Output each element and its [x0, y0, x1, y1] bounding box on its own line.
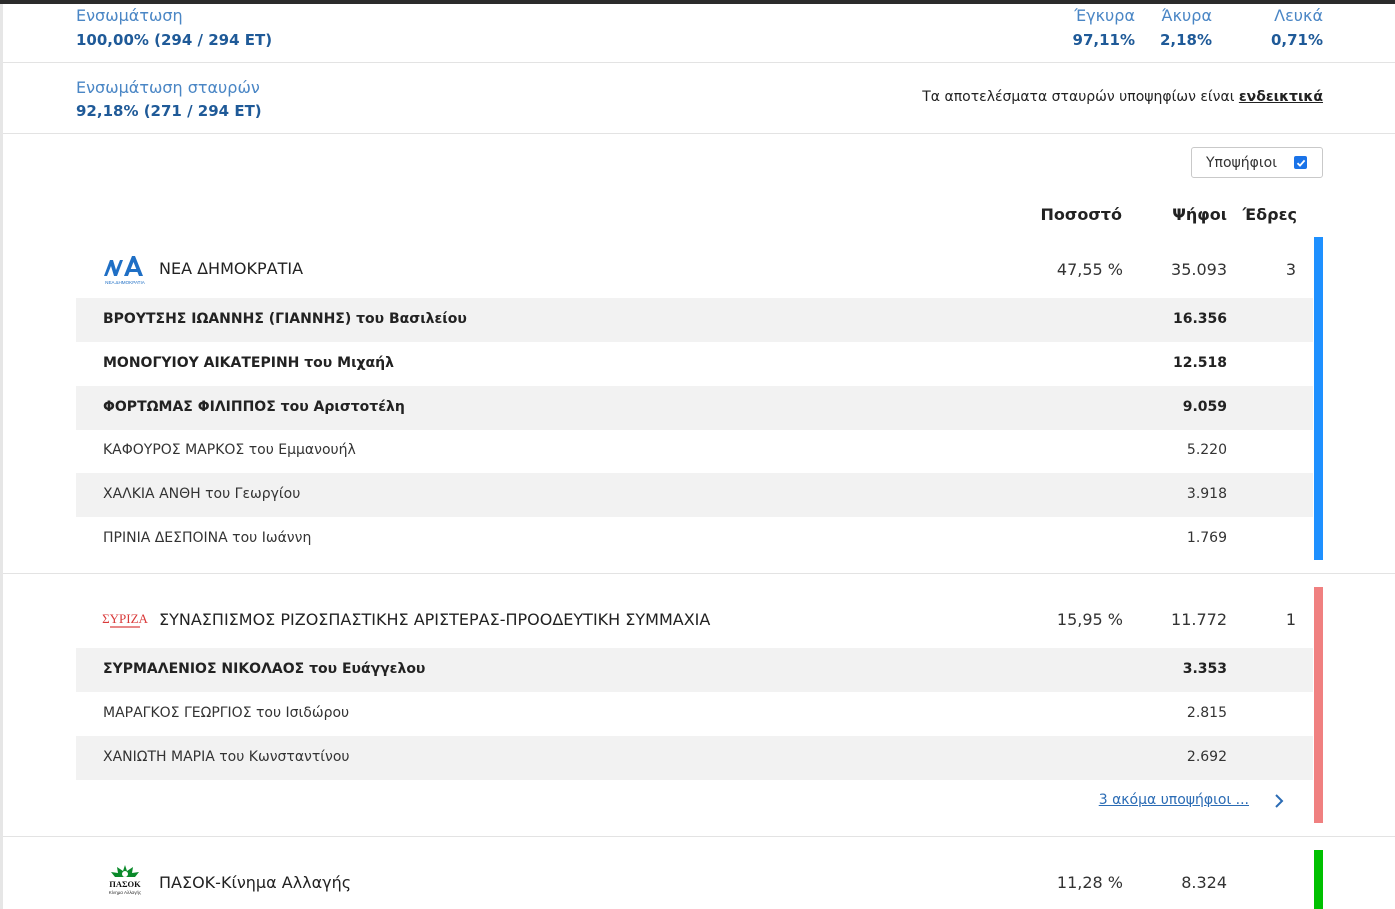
candidates-toggle[interactable]: Υποψήφιοι [1191, 147, 1323, 178]
candidate-row: ΦΟΡΤΩΜΑΣ ΦΙΛΙΠΠΟΣ του Αριστοτέλη 9.059 [76, 386, 1313, 430]
column-header-votes: Ψήφοι [1172, 205, 1227, 224]
candidate-row: ΚΑΦΟΥΡΟΣ ΜΑΡΚΟΣ του Εμμανουήλ 5.220 [76, 429, 1313, 473]
column-header-percent: Ποσοστό [1040, 205, 1123, 224]
party-name: ΝΕΑ ΔΗΜΟΚΡΑΤΙΑ [159, 259, 304, 278]
candidate-votes: 3.353 [1182, 661, 1227, 677]
party-percent: 47,55 % [1056, 260, 1123, 279]
candidate-votes: 9.059 [1182, 399, 1227, 415]
invalid-label: Άκυρα [1161, 6, 1212, 25]
divider [3, 573, 1395, 574]
candidate-name: ΜΟΝΟΓΥΙΟΥ ΑΙΚΑΤΕΡΙΝΗ του Μιχαήλ [103, 355, 394, 371]
candidate-row: ΜΟΝΟΓΥΙΟΥ ΑΙΚΑΤΕΡΙΝΗ του Μιχαήλ 12.518 [76, 342, 1313, 386]
party-color-bar [1314, 237, 1323, 560]
checkbox-checked-icon[interactable] [1294, 156, 1307, 169]
column-header-seats: Έδρες [1242, 205, 1297, 224]
candidate-votes: 1.769 [1186, 530, 1227, 546]
nd-logo-icon: ΝΕΑ ΔΗΜΟΚΡΑΤΙΑ [102, 252, 148, 286]
integration-value: 100,00% (294 / 294 ΕΤ) [76, 31, 273, 49]
more-candidates-link[interactable]: 3 ακόμα υποψήφιοι ... [1099, 792, 1249, 808]
candidate-row: ΧΑΛΚΙΑ ΑΝΘΗ του Γεωργίου 3.918 [76, 473, 1313, 517]
party-votes: 8.324 [1181, 873, 1227, 892]
window-top-border [0, 0, 1395, 4]
syriza-logo-icon: ΣΥΡΙΖΑ [102, 606, 149, 640]
blank-label: Λευκά [1274, 6, 1323, 25]
chevron-right-icon[interactable] [1272, 792, 1286, 810]
candidate-name: ΒΡΟΥΤΣΗΣ ΙΩΑΝΝΗΣ (ΓΙΑΝΝΗΣ) του Βασιλείου [103, 311, 467, 327]
candidate-row: ΒΡΟΥΤΣΗΣ ΙΩΑΝΝΗΣ (ΓΙΑΝΝΗΣ) του Βασιλείου… [76, 298, 1313, 342]
party-votes: 11.772 [1171, 610, 1227, 629]
candidate-votes: 3.918 [1186, 486, 1227, 502]
left-border [0, 4, 3, 909]
party-name: ΠΑΣΟΚ-Κίνημα Αλλαγής [159, 873, 352, 892]
candidate-name: ΚΑΦΟΥΡΟΣ ΜΑΡΚΟΣ του Εμμανουήλ [103, 442, 356, 458]
party-color-bar [1314, 850, 1323, 909]
candidate-name: ΜΑΡΑΓΚΟΣ ΓΕΩΡΓΙΟΣ του Ισιδώρου [103, 705, 350, 721]
party-votes: 35.093 [1171, 260, 1227, 279]
candidate-row: ΠΡΙΝΙΑ ΔΕΣΠΟΙΝΑ του Ιωάννη 1.769 [76, 517, 1313, 561]
candidate-votes: 5.220 [1186, 442, 1227, 458]
candidate-name: ΦΟΡΤΩΜΑΣ ΦΙΛΙΠΠΟΣ του Αριστοτέλη [103, 399, 405, 415]
party-row-pasok[interactable]: ΠΑΣΟΚ Κίνημα Αλλαγής ΠΑΣΟΚ-Κίνημα Αλλαγή… [76, 851, 1313, 909]
party-color-bar [1314, 587, 1323, 823]
party-seats: 1 [1285, 610, 1296, 629]
syriza-logo-text: ΣΥΡΙΖΑ [102, 611, 148, 626]
candidate-votes: 12.518 [1172, 355, 1227, 371]
party-row-syriza[interactable]: ΣΥΡΙΖΑ ΣΥΝΑΣΠΙΣΜΟΣ ΡΙΖΟΣΠΑΣΤΙΚΗΣ ΑΡΙΣΤΕΡ… [76, 588, 1313, 648]
indicative-link[interactable]: ενδεικτικά [1239, 89, 1323, 105]
pasok-logo-text: ΠΑΣΟΚ [109, 879, 141, 889]
divider [3, 133, 1395, 134]
candidate-name: ΧΑΝΙΩΤΗ ΜΑΡΙΑ του Κωνσταντίνου [103, 749, 350, 765]
candidate-votes: 16.356 [1172, 311, 1227, 327]
integration-label: Ενσωμάτωση [76, 6, 183, 25]
nd-logo-subtext: ΝΕΑ ΔΗΜΟΚΡΑΤΙΑ [105, 280, 146, 285]
candidate-name: ΣΥΡΜΑΛΕΝΙΟΣ ΝΙΚΟΛΑΟΣ του Ευάγγελου [103, 661, 426, 677]
candidate-name: ΧΑΛΚΙΑ ΑΝΘΗ του Γεωργίου [103, 486, 301, 502]
candidate-name: ΠΡΙΝΙΑ ΔΕΣΠΟΙΝΑ του Ιωάννη [103, 530, 312, 546]
pasok-logo-subtext: Κίνημα Αλλαγής [109, 889, 142, 895]
candidate-row: ΜΑΡΑΓΚΟΣ ΓΕΩΡΓΙΟΣ του Ισιδώρου 2.815 [76, 692, 1313, 736]
party-percent: 15,95 % [1056, 610, 1123, 629]
indicative-note-text: Τα αποτελέσματα σταυρών υποψηφίων είναι [922, 89, 1239, 105]
divider [3, 62, 1395, 63]
cross-integration-label: Ενσωμάτωση σταυρών [76, 78, 260, 97]
party-percent: 11,28 % [1056, 873, 1123, 892]
candidate-row: ΣΥΡΜΑΛΕΝΙΟΣ ΝΙΚΟΛΑΟΣ του Ευάγγελου 3.353 [76, 648, 1313, 692]
candidate-row: ΧΑΝΙΩΤΗ ΜΑΡΙΑ του Κωνσταντίνου 2.692 [76, 736, 1313, 780]
candidate-votes: 2.692 [1186, 749, 1227, 765]
party-seats: 3 [1285, 260, 1296, 279]
cross-integration-value: 92,18% (271 / 294 ΕΤ) [76, 102, 262, 120]
indicative-note: Τα αποτελέσματα σταυρών υποψηφίων είναι … [922, 89, 1323, 105]
pasok-logo-icon: ΠΑΣΟΚ Κίνημα Αλλαγής [102, 863, 148, 897]
candidate-votes: 2.815 [1186, 705, 1227, 721]
invalid-value: 2,18% [1159, 31, 1212, 49]
blank-value: 0,71% [1270, 31, 1323, 49]
party-name: ΣΥΝΑΣΠΙΣΜΟΣ ΡΙΖΟΣΠΑΣΤΙΚΗΣ ΑΡΙΣΤΕΡΑΣ-ΠΡΟΟ… [159, 610, 711, 629]
divider [3, 836, 1395, 837]
party-row-nd[interactable]: ΝΕΑ ΔΗΜΟΚΡΑΤΙΑ ΝΕΑ ΔΗΜΟΚΡΑΤΙΑ 47,55 % 35… [76, 238, 1313, 298]
candidates-toggle-label: Υποψήφιοι [1206, 154, 1277, 171]
